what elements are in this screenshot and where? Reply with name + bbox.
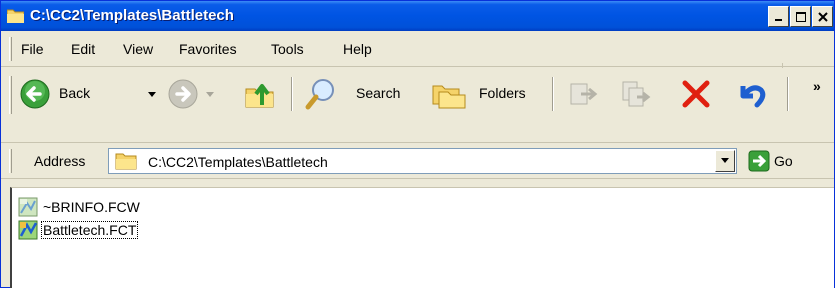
- menu-view[interactable]: View: [123, 41, 153, 57]
- chevron-down-icon: [721, 158, 729, 163]
- minimize-button[interactable]: [768, 6, 789, 27]
- search-icon: [305, 79, 334, 110]
- toolbar-overflow-chevron[interactable]: »: [813, 78, 821, 94]
- folder-up-icon[interactable]: [243, 77, 277, 111]
- undo-icon[interactable]: [735, 78, 769, 110]
- close-button[interactable]: [812, 6, 833, 27]
- forward-button[interactable]: [167, 78, 227, 110]
- file-name: ~BRINFO.FCW: [43, 199, 140, 215]
- minimize-icon: [774, 18, 782, 21]
- back-arrow-icon: [20, 79, 50, 109]
- go-button[interactable]: Go: [748, 149, 828, 173]
- menubar-grip[interactable]: [9, 37, 12, 61]
- address-input[interactable]: C:\CC2\Templates\Battletech: [108, 148, 737, 174]
- forward-dropdown-icon[interactable]: [205, 91, 215, 99]
- maximize-button[interactable]: [790, 6, 811, 27]
- delete-icon[interactable]: [679, 78, 713, 110]
- maximize-icon: [795, 11, 806, 22]
- folders-label: Folders: [479, 85, 526, 101]
- addressbar-grip[interactable]: [9, 149, 12, 173]
- menu-help[interactable]: Help: [343, 41, 372, 57]
- copy-to-icon[interactable]: [619, 78, 653, 110]
- menu-file[interactable]: File: [21, 41, 44, 57]
- back-label: Back: [59, 85, 91, 101]
- back-button[interactable]: Back: [19, 78, 163, 110]
- search-button[interactable]: Search: [304, 78, 416, 110]
- close-icon: [817, 11, 828, 22]
- search-label: Search: [356, 85, 401, 101]
- toolbar-separator: [552, 77, 554, 111]
- window-title: C:\CC2\Templates\Battletech: [30, 7, 234, 24]
- file-name: Battletech.FCT: [40, 221, 139, 239]
- go-label: Go: [774, 153, 793, 169]
- forward-arrow-icon: [168, 79, 198, 109]
- standard-toolbar: Back Search Folders »: [1, 68, 834, 143]
- toolbar-separator: [291, 77, 293, 111]
- list-item[interactable]: ~BRINFO.FCW: [18, 196, 141, 218]
- folder-icon: [115, 153, 137, 170]
- move-to-icon[interactable]: [567, 78, 601, 110]
- fcw-file-icon: [18, 197, 38, 217]
- folders-icon: [432, 85, 466, 109]
- menu-tools[interactable]: Tools: [271, 41, 304, 57]
- menu-edit[interactable]: Edit: [71, 41, 95, 57]
- list-item[interactable]: Battletech.FCT: [18, 219, 139, 241]
- explorer-window: C:\CC2\Templates\Battletech File Edit Vi…: [0, 0, 835, 288]
- back-dropdown-icon[interactable]: [147, 91, 157, 99]
- go-arrow-icon: [748, 150, 770, 172]
- file-list[interactable]: ~BRINFO.FCW Battletech.FCT: [10, 187, 834, 288]
- menu-favorites[interactable]: Favorites: [179, 41, 237, 57]
- folders-button[interactable]: Folders: [431, 78, 543, 110]
- toolbar-separator: [787, 77, 789, 111]
- title-bar[interactable]: C:\CC2\Templates\Battletech: [1, 1, 834, 31]
- address-value: C:\CC2\Templates\Battletech: [148, 154, 328, 170]
- address-bar: Address C:\CC2\Templates\Battletech Go: [1, 143, 834, 179]
- address-label: Address: [34, 153, 86, 169]
- menu-bar: File Edit View Favorites Tools Help: [1, 31, 834, 95]
- folder-icon: [7, 9, 24, 23]
- address-dropdown-button[interactable]: [715, 150, 735, 172]
- fct-file-icon: [18, 220, 38, 240]
- toolbar-grip[interactable]: [9, 76, 12, 114]
